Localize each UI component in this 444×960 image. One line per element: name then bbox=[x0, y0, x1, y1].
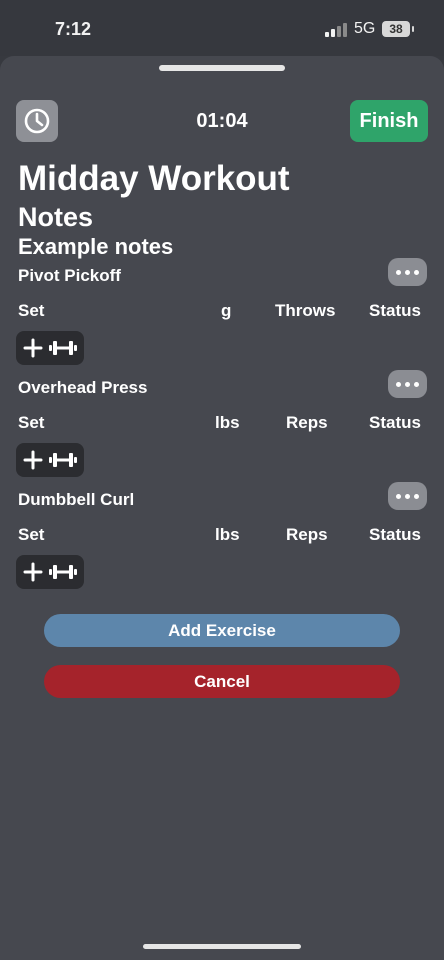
dumbbell-icon bbox=[49, 565, 77, 579]
exercise-card: Overhead Press Set lbs Reps Status bbox=[0, 366, 444, 486]
column-unit: lbs bbox=[215, 525, 240, 544]
exercise-card: Pivot Pickoff Set g Throws Status bbox=[0, 254, 444, 374]
column-set: Set bbox=[18, 301, 45, 320]
plus-icon bbox=[23, 562, 43, 582]
notes-heading: Notes bbox=[18, 202, 94, 232]
signal-icon bbox=[325, 23, 347, 37]
plus-icon bbox=[23, 338, 43, 358]
ellipsis-icon bbox=[396, 269, 401, 275]
add-set-button[interactable] bbox=[16, 331, 84, 365]
add-exercise-button[interactable]: Add Exercise bbox=[44, 614, 400, 647]
exercise-name: Dumbbell Curl bbox=[18, 490, 135, 509]
finish-button[interactable]: Finish bbox=[350, 100, 428, 142]
column-status: Status bbox=[369, 301, 421, 320]
exercise-name: Overhead Press bbox=[18, 378, 148, 397]
column-metric: Reps bbox=[286, 413, 328, 432]
exercise-more-button[interactable] bbox=[388, 258, 427, 286]
exercise-more-button[interactable] bbox=[388, 482, 427, 510]
status-time: 7:12 bbox=[55, 19, 92, 39]
column-unit: lbs bbox=[215, 413, 240, 432]
battery-icon: 38 bbox=[382, 21, 414, 37]
column-metric: Reps bbox=[286, 525, 328, 544]
add-set-button[interactable] bbox=[16, 555, 84, 589]
column-unit: g bbox=[221, 301, 232, 320]
plus-icon bbox=[23, 450, 43, 470]
home-indicator[interactable] bbox=[143, 944, 301, 949]
dumbbell-icon bbox=[49, 341, 77, 355]
exercise-more-button[interactable] bbox=[388, 370, 427, 398]
add-set-button[interactable] bbox=[16, 443, 84, 477]
workout-title[interactable]: Midday Workout bbox=[18, 159, 290, 199]
workout-sheet: 01:04 Finish Midday Workout Notes Exampl… bbox=[0, 56, 444, 960]
sheet-grabber[interactable] bbox=[159, 65, 285, 71]
ellipsis-icon bbox=[396, 493, 401, 499]
column-status: Status bbox=[369, 413, 421, 432]
exercise-card: Dumbbell Curl Set lbs Reps Status bbox=[0, 478, 444, 598]
column-status: Status bbox=[369, 525, 421, 544]
exercise-name: Pivot Pickoff bbox=[18, 266, 121, 285]
status-bar: 7:12 5G 38 bbox=[0, 0, 444, 56]
column-metric: Throws bbox=[275, 301, 336, 320]
column-set: Set bbox=[18, 413, 45, 432]
network-type: 5G bbox=[354, 20, 376, 37]
ellipsis-icon bbox=[396, 381, 401, 387]
dumbbell-icon bbox=[49, 453, 77, 467]
cancel-button[interactable]: Cancel bbox=[44, 665, 400, 698]
column-set: Set bbox=[18, 525, 45, 544]
